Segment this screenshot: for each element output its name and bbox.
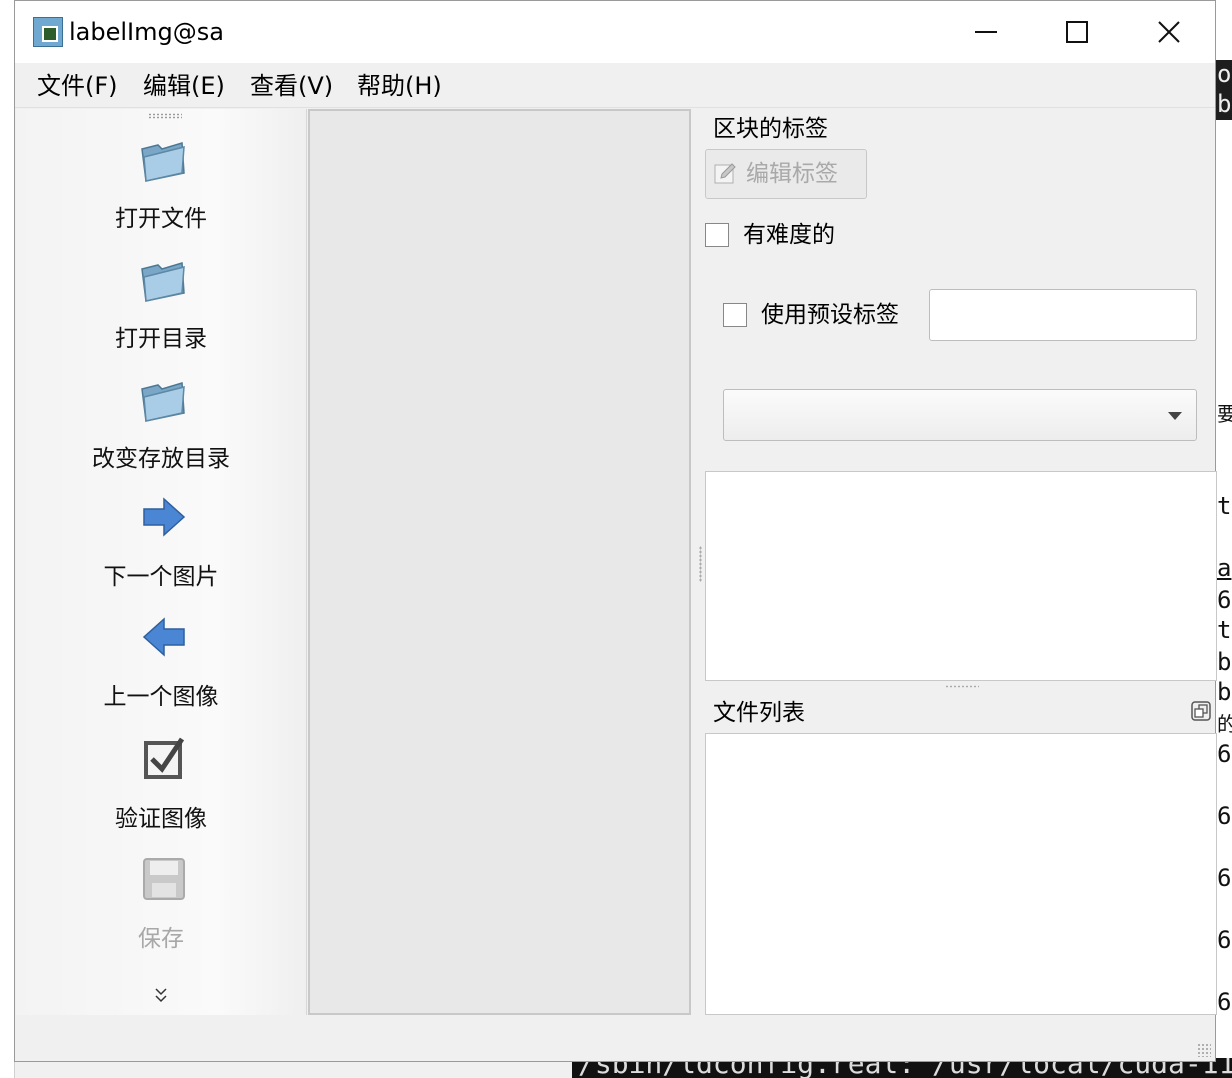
- folder-icon: [141, 142, 185, 182]
- next-image-button[interactable]: 下一个图片: [16, 491, 306, 611]
- terminal-char: b: [1217, 678, 1232, 706]
- open-file-button[interactable]: 打开文件: [16, 133, 306, 253]
- chevron-down-icon: [155, 988, 167, 1003]
- menu-help[interactable]: 帮助(H): [357, 69, 442, 103]
- edit-label-button[interactable]: 编辑标签: [705, 149, 867, 199]
- terminal-char: t: [1217, 492, 1232, 520]
- main-splitter-handle[interactable]: [699, 546, 702, 582]
- terminal-char: 6: [1217, 586, 1232, 614]
- labelimg-window: labelImg@sa 文件(F) 编辑(E) 查看(V) 帮助(H) 打开文件…: [14, 0, 1217, 1062]
- desktop-background-left: [0, 0, 15, 1078]
- float-dock-icon[interactable]: [1191, 701, 1211, 721]
- window-title: labelImg@sa: [69, 18, 224, 46]
- terminal-char: 的: [1217, 712, 1232, 736]
- checkbox-icon: [144, 737, 185, 779]
- folder-icon: [141, 262, 185, 302]
- terminal-char: 要: [1217, 402, 1232, 426]
- terminal-char: 6: [1217, 740, 1232, 768]
- status-bar: [15, 1015, 1215, 1061]
- open-file-label: 打开文件: [115, 206, 207, 232]
- label-list[interactable]: [705, 471, 1217, 681]
- next-image-label: 下一个图片: [103, 564, 219, 590]
- verify-image-button[interactable]: 验证图像: [16, 733, 306, 853]
- menu-view[interactable]: 查看(V): [250, 69, 333, 103]
- edit-label-text: 编辑标签: [746, 161, 838, 187]
- verify-image-label: 验证图像: [115, 806, 207, 832]
- close-button[interactable]: [1123, 1, 1215, 63]
- terminal-char: b: [1217, 648, 1232, 676]
- arrow-left-icon: [142, 617, 185, 657]
- open-dir-label: 打开目录: [115, 326, 207, 352]
- prev-image-label: 上一个图像: [103, 684, 219, 710]
- default-label-input[interactable]: [929, 289, 1197, 341]
- difficult-label: 有难度的: [743, 222, 835, 248]
- terminal-char: b: [1217, 90, 1232, 118]
- prev-image-button[interactable]: 上一个图像: [16, 611, 306, 731]
- menu-bar: 文件(F) 编辑(E) 查看(V) 帮助(H): [15, 63, 1215, 108]
- title-bar[interactable]: labelImg@sa: [15, 1, 1215, 63]
- menu-edit[interactable]: 编辑(E): [143, 69, 225, 103]
- menu-file[interactable]: 文件(F): [37, 69, 118, 103]
- toolbar-more-button[interactable]: [146, 987, 176, 1015]
- terminal-char: o: [1217, 60, 1232, 88]
- minimize-button[interactable]: [940, 1, 1032, 63]
- folder-icon: [141, 382, 185, 422]
- terminal-char: 6: [1217, 988, 1232, 1016]
- arrow-right-icon: [143, 497, 186, 537]
- close-icon: [1158, 21, 1180, 43]
- terminal-char: a: [1217, 554, 1232, 582]
- change-save-dir-button[interactable]: 改变存放目录: [16, 373, 306, 493]
- chevron-down-icon: [1168, 412, 1182, 420]
- dock-splitter-handle[interactable]: [945, 685, 979, 688]
- label-combobox[interactable]: [723, 389, 1197, 441]
- maximize-button[interactable]: [1031, 1, 1123, 63]
- file-list-dock-title: 文件列表: [713, 700, 805, 726]
- terminal-char: 6: [1217, 864, 1232, 892]
- terminal-char: 6: [1217, 802, 1232, 830]
- image-canvas[interactable]: [308, 109, 691, 1015]
- maximize-icon: [1066, 21, 1088, 43]
- terminal-char: 6: [1217, 926, 1232, 954]
- minimize-icon: [975, 31, 997, 33]
- open-dir-button[interactable]: 打开目录: [16, 253, 306, 373]
- right-dock: 区块的标签 编辑标签 有难度的 使用预设标签 文件列表: [705, 109, 1217, 1015]
- save-label: 保存: [138, 926, 184, 952]
- edit-icon: [714, 163, 736, 184]
- file-list[interactable]: [705, 733, 1217, 1015]
- toolbar-grip-handle[interactable]: [148, 113, 182, 119]
- save-button[interactable]: 保存: [16, 853, 306, 973]
- change-save-dir-label: 改变存放目录: [92, 446, 230, 472]
- use-default-label-label: 使用预设标签: [761, 302, 899, 328]
- floppy-icon: [143, 858, 185, 900]
- app-icon: [33, 17, 63, 47]
- terminal-char: t: [1217, 616, 1232, 644]
- tool-bar: 打开文件 打开目录 改变存放目录 下一个图片 上一个图像 验证图像 保存: [16, 109, 307, 1015]
- use-default-label-checkbox[interactable]: [723, 303, 747, 327]
- resize-grip-handle[interactable]: [1197, 1043, 1211, 1057]
- difficult-checkbox[interactable]: [705, 223, 729, 247]
- labels-dock-title: 区块的标签: [713, 116, 828, 142]
- desktop-background-right: [1216, 0, 1232, 1078]
